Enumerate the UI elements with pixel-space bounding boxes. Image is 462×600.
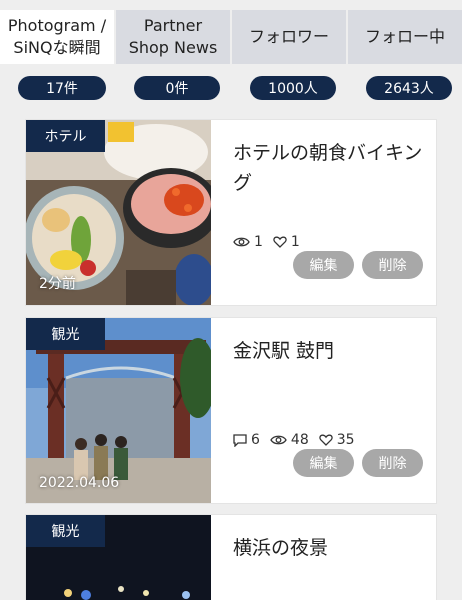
tab-following[interactable]: フォロー中 bbox=[348, 10, 462, 64]
delete-button[interactable]: 削除 bbox=[362, 449, 423, 477]
post-thumbnail[interactable]: ホテル 2分前 bbox=[26, 120, 211, 305]
post-title[interactable]: ホテルの朝食バイキング bbox=[233, 138, 423, 198]
count-badge-news: 0件 bbox=[134, 76, 220, 100]
post-card[interactable]: 観光 横浜の夜景 bbox=[26, 515, 436, 600]
post-stats: 6 48 35 bbox=[233, 432, 365, 448]
eye-icon bbox=[270, 434, 287, 446]
tab-label: SiNQな瞬間 bbox=[13, 38, 101, 57]
eye-icon bbox=[233, 236, 250, 248]
count-badge-followers: 1000人 bbox=[250, 76, 336, 100]
category-label: ホテル bbox=[26, 120, 105, 152]
delete-button[interactable]: 削除 bbox=[362, 251, 423, 279]
heart-icon[interactable] bbox=[319, 434, 333, 446]
post-card[interactable]: 観光 2022.04.06 金沢駅 鼓門 6 48 35 編集 削除 bbox=[26, 318, 436, 503]
edit-button[interactable]: 編集 bbox=[293, 251, 354, 279]
category-label: 観光 bbox=[26, 318, 105, 350]
tab-followers[interactable]: フォロワー bbox=[232, 10, 346, 64]
category-label: 観光 bbox=[26, 515, 105, 547]
tab-label: Photogram / bbox=[7, 16, 107, 35]
tab-label: フォロー中 bbox=[364, 27, 445, 46]
like-count: 35 bbox=[336, 432, 355, 448]
post-thumbnail[interactable]: 観光 bbox=[26, 515, 211, 600]
comment-count: 6 bbox=[251, 432, 260, 448]
count-badge-posts: 17件 bbox=[18, 76, 106, 100]
post-date: 2022.04.06 bbox=[39, 475, 120, 491]
post-title[interactable]: 金沢駅 鼓門 bbox=[233, 336, 423, 366]
count-badge-following: 2643人 bbox=[366, 76, 452, 100]
tab-photogram[interactable]: Photogram / SiNQな瞬間 bbox=[0, 10, 114, 64]
edit-button[interactable]: 編集 bbox=[293, 449, 354, 477]
like-count: 1 bbox=[290, 234, 300, 250]
view-count: 48 bbox=[290, 432, 309, 448]
post-title[interactable]: 横浜の夜景 bbox=[233, 533, 423, 563]
view-count: 1 bbox=[254, 234, 263, 250]
heart-icon[interactable] bbox=[273, 236, 287, 248]
comment-icon[interactable] bbox=[233, 433, 247, 447]
tab-label: フォロワー bbox=[248, 27, 329, 46]
post-thumbnail[interactable]: 観光 2022.04.06 bbox=[26, 318, 211, 503]
post-card[interactable]: ホテル 2分前 ホテルの朝食バイキング 1 1 編集 削除 bbox=[26, 120, 436, 305]
post-time: 2分前 bbox=[39, 276, 76, 292]
tab-label: Partner bbox=[143, 16, 203, 35]
tab-bar: Photogram / SiNQな瞬間 Partner Shop News フォロワ… bbox=[0, 10, 462, 64]
post-stats: 1 1 bbox=[233, 234, 310, 250]
tab-partner-shop-news[interactable]: Partner Shop News bbox=[116, 10, 230, 64]
tab-label: Shop News bbox=[128, 38, 218, 57]
